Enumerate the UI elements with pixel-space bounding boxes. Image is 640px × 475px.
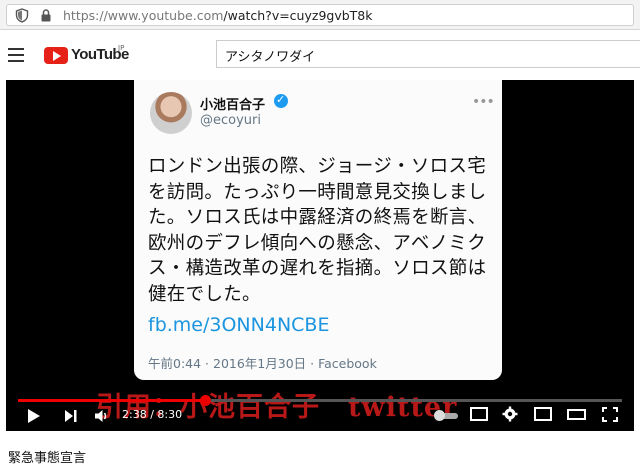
youtube-play-icon xyxy=(44,47,68,64)
tweet-handle: @ecoyuri xyxy=(200,113,261,128)
theater-mode-icon[interactable] xyxy=(567,409,586,420)
youtube-header: YouTube JP アシタノワダイ xyxy=(0,30,640,80)
url-text[interactable]: https://www.youtube.com/watch?v=cuyz9gvb… xyxy=(63,8,373,23)
youtube-logo[interactable]: YouTube JP xyxy=(44,44,129,66)
browser-toolbar: https://www.youtube.com/watch?v=cuyz9gvb… xyxy=(0,0,640,30)
url-base: https://www.youtube.com xyxy=(63,8,224,23)
tweet-meta: 午前0:44 · 2016年1月30日 · Facebook xyxy=(148,356,377,371)
subtitles-icon[interactable] xyxy=(470,407,488,421)
tweet-author-name: 小池百合子 xyxy=(200,98,266,113)
search-input[interactable]: アシタノワダイ xyxy=(216,40,640,68)
avatar xyxy=(150,92,192,134)
video-player[interactable]: 小池百合子 @ecoyuri ••• ロンドン出張の際、ジョージ・ソロス宅を訪問… xyxy=(6,80,634,431)
logo-region: JP xyxy=(118,44,125,52)
volume-icon[interactable] xyxy=(94,408,110,424)
url-path: /watch?v=cuyz9gvbT8k xyxy=(223,8,373,23)
video-title: 緊急事態宣言 xyxy=(8,451,87,466)
autoplay-toggle[interactable] xyxy=(434,410,458,421)
address-bar[interactable]: https://www.youtube.com/watch?v=cuyz9gvb… xyxy=(6,4,634,26)
tweet-link: fb.me/3ONN4NCBE xyxy=(148,314,330,336)
progress-bar[interactable] xyxy=(18,395,622,406)
tweet-body: ロンドン出張の際、ジョージ・ソロス宅を訪問。たっぷり一時間意見交換しました。ソロ… xyxy=(148,156,487,305)
time-display: 2:38 / 8:30 xyxy=(122,408,183,421)
shield-icon[interactable] xyxy=(15,8,29,23)
settings-gear-icon[interactable] xyxy=(502,406,518,422)
lock-icon[interactable] xyxy=(39,8,53,23)
play-icon[interactable] xyxy=(28,409,40,423)
miniplayer-icon[interactable] xyxy=(534,407,552,421)
verified-badge-icon xyxy=(274,93,288,108)
tweet-card: 小池百合子 @ecoyuri ••• ロンドン出張の際、ジョージ・ソロス宅を訪問… xyxy=(134,80,502,380)
fullscreen-icon[interactable] xyxy=(602,407,618,422)
next-icon[interactable] xyxy=(64,409,78,423)
search-value: アシタノワダイ xyxy=(225,50,316,65)
hamburger-menu-icon[interactable] xyxy=(8,48,24,62)
more-options-icon: ••• xyxy=(472,94,495,110)
progress-played xyxy=(18,399,206,402)
